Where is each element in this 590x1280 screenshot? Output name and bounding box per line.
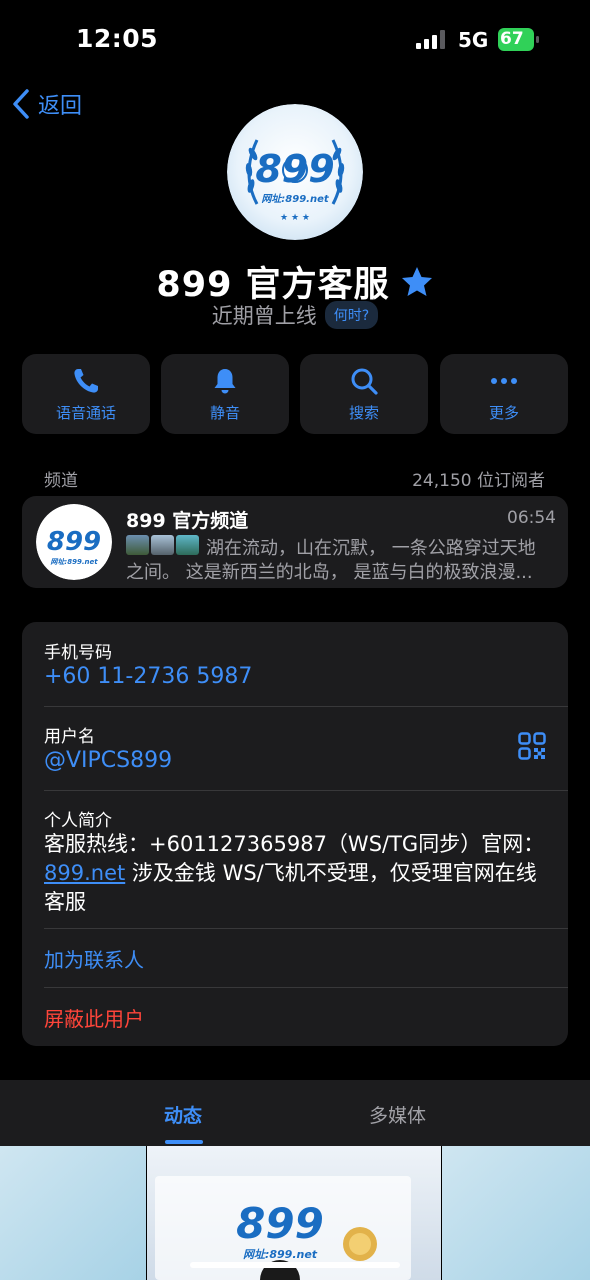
channel-avatar: 899 网址:899.net <box>36 504 112 580</box>
status-time: 12:05 <box>76 24 159 53</box>
when-button[interactable]: 何时? <box>324 301 379 329</box>
block-user-button[interactable]: 屏蔽此用户 <box>44 1003 144 1032</box>
voice-call-label: 语音通话 <box>55 403 116 422</box>
back-label: 返回 <box>38 94 83 119</box>
tab-active-indicator <box>165 1140 203 1144</box>
svg-text:899: 899 <box>47 527 101 557</box>
signal-icon <box>416 30 445 49</box>
battery-icon: 67 <box>498 28 540 51</box>
tab-posts[interactable]: 动态 <box>164 1101 202 1128</box>
voice-call-button[interactable]: 语音通话 <box>22 354 150 434</box>
phone-value[interactable]: +60 11-2736 5987 <box>44 664 252 689</box>
profile-avatar[interactable]: 899 网址:899.net ★ ★ ★ <box>227 104 363 240</box>
svg-text:网址:899.net: 网址:899.net <box>243 1248 318 1261</box>
bio-link[interactable]: 899.net <box>44 861 125 885</box>
channel-preview-line2: 之间。 这是新西兰的北岛， 是蓝与白的极致浪漫... <box>126 562 533 583</box>
channel-subscriber-count: 24,150 位订阅者 <box>412 471 545 491</box>
mute-label: 静音 <box>209 403 240 422</box>
qr-code-icon[interactable] <box>518 732 546 760</box>
more-icon <box>491 377 517 384</box>
add-contact-button[interactable]: 加为联系人 <box>44 944 144 973</box>
network-type: 5G <box>458 28 489 52</box>
channel-time: 06:54 <box>507 508 556 528</box>
channel-card[interactable]: 899 网址:899.net 899 官方频道 06:54 湖在流动，山在沉默，… <box>22 496 568 588</box>
phone-icon <box>74 368 98 393</box>
back-button[interactable]: 返回 <box>10 88 82 120</box>
status-row: 近期曾上线 何时? <box>0 300 590 330</box>
star-icon[interactable] <box>400 265 434 299</box>
svg-text:899: 899 <box>236 1199 324 1248</box>
thumbnail-image <box>151 535 174 555</box>
svg-text:网址:899.net: 网址:899.net <box>50 558 98 566</box>
channel-preview-line1: 湖在流动，山在沉默， 一条公路穿过天地 <box>206 538 536 559</box>
divider <box>44 790 568 791</box>
channel-section-label: 频道 <box>44 471 78 491</box>
channel-thumbnails <box>126 535 199 555</box>
bio-text: 客服热线：+601127365987（WS/TG同步）官网：899.net 涉及… <box>44 830 554 917</box>
username-value[interactable]: @VIPCS899 <box>44 748 172 773</box>
info-card: 手机号码 +60 11-2736 5987 用户名 @VIPCS899 个人简介… <box>22 622 568 1046</box>
channel-title: 899 官方频道 <box>126 510 249 532</box>
avatar-url-text: 网址:899.net <box>261 193 330 205</box>
divider <box>44 928 568 929</box>
media-grid: 899 网址:899.net <box>0 1146 590 1280</box>
more-label: 更多 <box>488 403 519 422</box>
tab-media[interactable]: 多媒体 <box>369 1101 426 1128</box>
divider <box>44 987 568 988</box>
home-indicator <box>190 1262 400 1268</box>
bio-text-part1: 客服热线：+601127365987（WS/TG同步）官网： <box>44 832 545 856</box>
thumbnail-image <box>126 535 149 555</box>
last-seen: 近期曾上线 <box>211 304 317 328</box>
username-label: 用户名 <box>44 727 95 747</box>
profile-tabs: 动态 多媒体 <box>0 1080 590 1146</box>
search-icon <box>351 368 378 395</box>
chevron-left-icon <box>13 89 29 119</box>
more-button[interactable]: 更多 <box>440 354 568 434</box>
search-label: 搜索 <box>348 403 379 422</box>
thumbnail-image <box>176 535 199 555</box>
avatar-logo-text: 899 <box>255 147 334 191</box>
mute-button[interactable]: 静音 <box>161 354 289 434</box>
svg-text:★ ★ ★: ★ ★ ★ <box>280 213 310 223</box>
phone-label: 手机号码 <box>44 643 112 663</box>
search-button[interactable]: 搜索 <box>300 354 428 434</box>
divider <box>44 706 568 707</box>
bell-icon <box>214 368 236 393</box>
battery-level: 67 <box>500 29 524 49</box>
bio-label: 个人简介 <box>44 811 112 831</box>
